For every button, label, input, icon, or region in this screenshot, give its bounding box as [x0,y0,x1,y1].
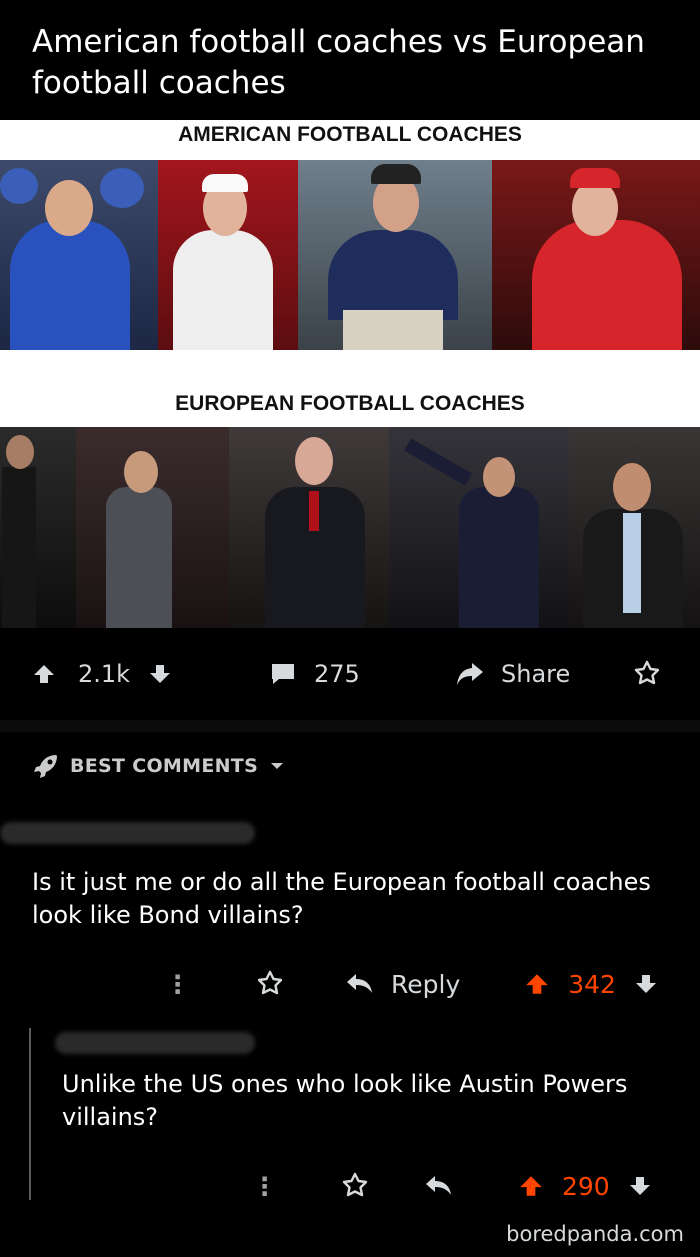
award-button[interactable] [632,628,662,720]
redacted-username [55,1032,255,1054]
coach-photo [0,427,76,628]
coach-photo [76,427,229,628]
thread-line [29,1028,31,1200]
american-coaches-photos [0,160,700,350]
chevron-down-icon [271,763,284,769]
share-button[interactable]: Share [455,628,570,720]
sort-label: BEST COMMENTS [70,755,259,777]
reply-arrow-icon[interactable] [424,1174,454,1198]
comment-score: 290 [562,1171,610,1201]
redacted-username [0,822,255,844]
downvote-arrow-icon[interactable] [148,662,172,686]
rocket-icon [34,755,57,778]
comment-bubble-icon [272,664,294,684]
share-arrow-icon [457,663,483,685]
post-image[interactable]: AMERICAN FOOTBALL COACHES EUROPEAN FOOTB… [0,120,700,628]
meme-heading-european: EUROPEAN FOOTBALL COACHES [175,392,525,415]
more-options-icon[interactable]: ⋮ [252,1172,277,1201]
post-title-bar: American football coaches vs European fo… [0,0,700,120]
comment-actions: ⋮ 290 [252,1164,652,1208]
award-icon [634,660,660,685]
upvote-arrow-icon[interactable] [524,971,550,997]
post-action-bar: 2.1k 275 Share [0,628,700,720]
share-label: Share [501,660,571,688]
downvote-arrow-icon[interactable] [628,1174,652,1198]
coach-photo [389,427,569,628]
comment-score: 342 [568,969,616,999]
downvote-arrow-icon[interactable] [634,972,658,996]
upvote-arrow-icon[interactable] [518,1173,544,1199]
comments-button[interactable]: 275 [270,628,360,720]
comment-actions: ⋮ Reply 342 [165,962,658,1006]
coach-photo [0,160,158,350]
comment-count: 275 [314,660,360,688]
award-icon[interactable] [255,969,285,999]
award-icon[interactable] [340,1171,370,1201]
upvote-arrow-icon[interactable] [32,662,56,686]
watermark: boredpanda.com [506,1222,684,1246]
coach-photo [158,160,298,350]
coach-photo [298,160,492,350]
comment-sort-dropdown[interactable]: BEST COMMENTS [32,752,286,780]
section-divider [0,720,700,732]
coach-photo [569,427,700,628]
comment-body: Unlike the US ones who look like Austin … [62,1070,628,1131]
post-title: American football coaches vs European fo… [32,24,645,101]
reply-button[interactable]: Reply [391,970,460,999]
coach-photo [492,160,700,350]
coach-photo [229,427,389,628]
more-options-icon[interactable]: ⋮ [165,970,190,999]
vote-group: 2.1k [32,628,172,720]
reply-arrow-icon[interactable] [345,972,375,996]
post-score: 2.1k [78,660,131,688]
comment-body: Is it just me or do all the European foo… [32,868,651,929]
european-coaches-photos [0,427,700,628]
meme-heading-american: AMERICAN FOOTBALL COACHES [178,123,522,146]
